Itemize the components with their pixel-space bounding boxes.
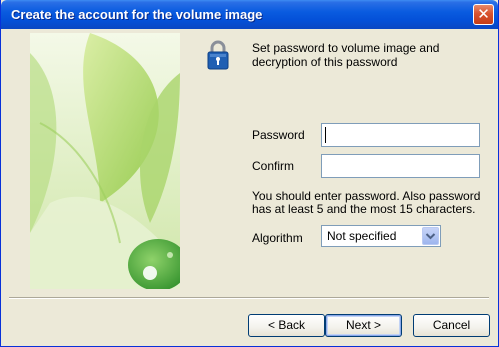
lock-icon [207,40,229,70]
info-text: Set password to volume image and decrypt… [252,41,440,69]
confirm-field[interactable] [321,154,480,178]
password-label: Password [252,128,305,142]
next-button[interactable]: Next > [325,314,402,337]
algorithm-select[interactable]: Not specified [321,225,441,247]
wizard-window: Create the account for the volume image … [0,0,499,347]
algorithm-label: Algorithm [252,231,303,245]
leaf-illustration [30,33,180,289]
password-field[interactable] [321,123,480,147]
back-button[interactable]: < Back [248,314,325,337]
cancel-button[interactable]: Cancel [413,314,490,337]
algorithm-selected-value: Not specified [327,229,397,243]
confirm-label: Confirm [252,159,295,173]
close-button[interactable]: ✕ [473,4,494,25]
password-requirements-note: You should enter password. Also password… [252,189,481,216]
chevron-down-icon [425,233,436,240]
window-title: Create the account for the volume image [11,7,263,22]
title-bar[interactable]: Create the account for the volume image … [1,0,498,29]
wizard-graphic [30,33,180,289]
text-caret [325,127,326,143]
dropdown-button[interactable] [422,227,439,245]
button-separator [9,297,489,299]
